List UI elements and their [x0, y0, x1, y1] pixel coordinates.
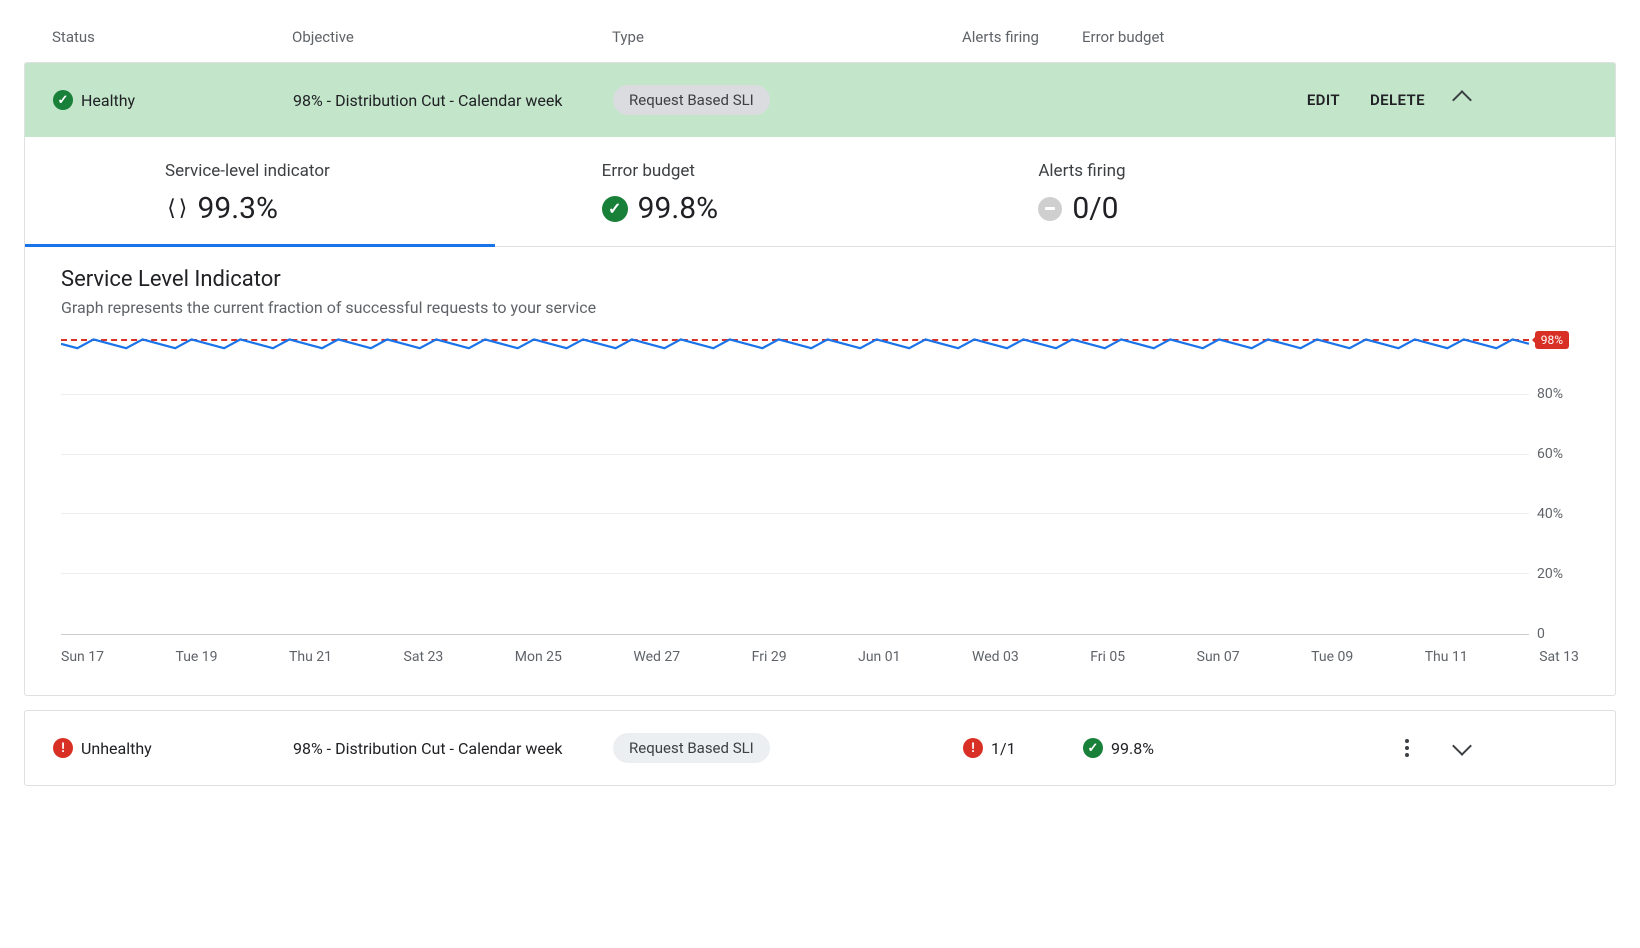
slo-row-header[interactable]: ✓ Healthy 98% - Distribution Cut - Calen… [25, 63, 1615, 137]
type-chip: Request Based SLI [613, 733, 770, 763]
chevron-up-icon[interactable] [1452, 90, 1472, 110]
metrics-panel: Service-level indicator ⟨⟩ 99.3% Error b… [25, 137, 1615, 247]
objective-text: 98% - Distribution Cut - Calendar week [293, 739, 613, 758]
col-status: Status [52, 28, 292, 46]
chart-subtitle: Graph represents the current fraction of… [61, 298, 1579, 317]
budget-value: 99.8% [1111, 739, 1154, 758]
sli-value: 99.3% [198, 191, 278, 226]
column-headers: Status Objective Type Alerts firing Erro… [24, 20, 1616, 62]
type-chip: Request Based SLI [613, 85, 770, 115]
dash-icon [1038, 197, 1062, 221]
error-icon: ! [963, 738, 983, 758]
chart-plot[interactable]: 98% [61, 335, 1529, 635]
slo-row-header[interactable]: ! Unhealthy 98% - Distribution Cut - Cal… [25, 711, 1615, 785]
check-icon: ✓ [602, 196, 628, 222]
check-icon: ✓ [1083, 738, 1103, 758]
chart-title: Service Level Indicator [61, 267, 1579, 292]
alerts-value: 0/0 [1072, 191, 1118, 226]
y-axis: 0 20% 40% 60% 80% [1529, 335, 1579, 635]
budget-value: 99.8% [638, 191, 718, 226]
delete-button[interactable]: DELETE [1370, 91, 1425, 109]
chart-section: Service Level Indicator Graph represents… [25, 247, 1615, 695]
sli-label: Service-level indicator [165, 161, 602, 181]
edit-button[interactable]: EDIT [1307, 91, 1340, 109]
alerts-label: Alerts firing [1038, 161, 1475, 181]
check-icon: ✓ [53, 90, 73, 110]
gauge-icon: ⟨⟩ [165, 196, 188, 221]
error-icon: ! [53, 738, 73, 758]
chart-area: 98% 0 20% 40% 60% 80% [61, 335, 1579, 635]
col-objective: Objective [292, 28, 612, 46]
status-text: Healthy [81, 91, 135, 110]
col-alerts: Alerts firing [962, 28, 1082, 46]
slo-card-healthy: ✓ Healthy 98% - Distribution Cut - Calen… [24, 62, 1616, 696]
more-menu-button[interactable] [1399, 739, 1415, 757]
slo-card-unhealthy: ! Unhealthy 98% - Distribution Cut - Cal… [24, 710, 1616, 786]
chevron-down-icon[interactable] [1452, 736, 1472, 756]
sli-series-line [61, 335, 1529, 696]
objective-text: 98% - Distribution Cut - Calendar week [293, 91, 613, 110]
col-type: Type [612, 28, 962, 46]
budget-label: Error budget [602, 161, 1039, 181]
tab-indicator [25, 244, 495, 247]
alerts-value: 1/1 [991, 739, 1016, 758]
status-text: Unhealthy [81, 739, 152, 758]
col-budget: Error budget [1082, 28, 1212, 46]
